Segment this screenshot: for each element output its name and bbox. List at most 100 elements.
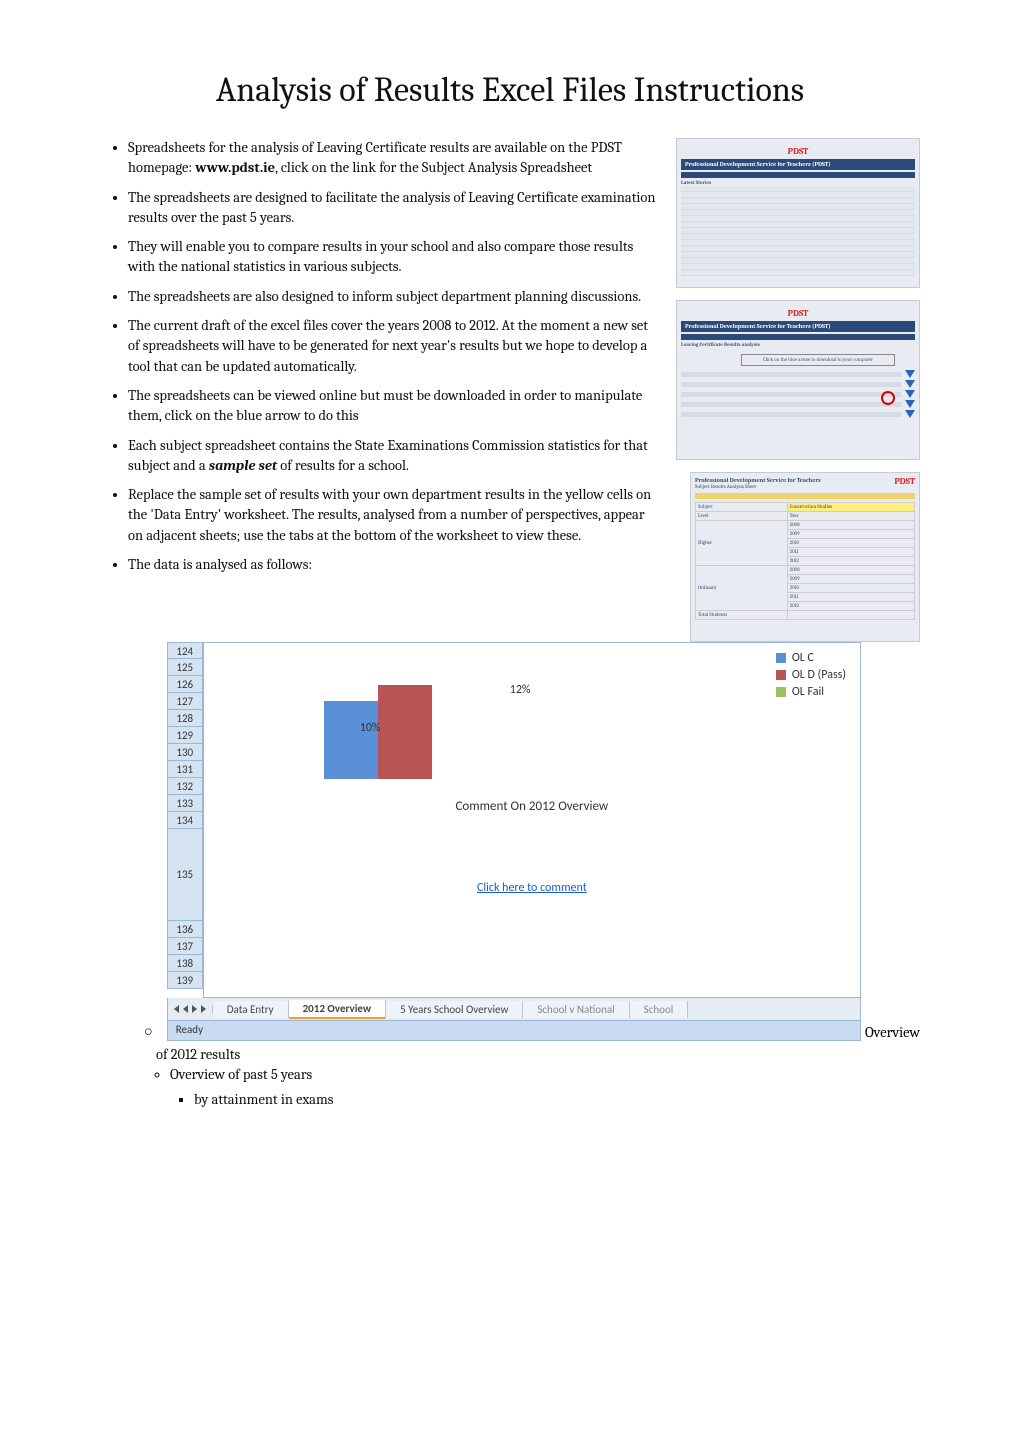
subject-label: Subject (696, 503, 788, 512)
pdst-logo-text: PDST (681, 143, 915, 159)
row-header: 134 (167, 812, 203, 829)
download-arrow-icon (905, 390, 915, 398)
row-header: 138 (167, 955, 203, 972)
year-cell: 2011 (787, 593, 914, 602)
sub-bullet-item: of 2012 results (156, 1045, 920, 1065)
row-header: 128 (167, 710, 203, 727)
text: , click on the link for the Subject Anal… (275, 159, 592, 176)
sub-bullet-item: Overview of past 5 years by attainment i… (170, 1065, 920, 1110)
row-header: 126 (167, 676, 203, 693)
content-row: Spreadsheets for the analysis of Leaving… (100, 138, 920, 642)
row-header: 130 (167, 744, 203, 761)
tab-school-v-national[interactable]: School v National (523, 1001, 629, 1018)
legend-swatch-icon (776, 687, 786, 697)
row-header: 137 (167, 938, 203, 955)
sub-sub-bullet-list: by attainment in exams (170, 1090, 920, 1110)
year-cell: 2012 (787, 557, 914, 566)
bullet-item: The spreadsheets can be viewed online bu… (128, 386, 658, 427)
bullet-item: Each subject spreadsheet contains the St… (128, 436, 658, 477)
comment-link[interactable]: Click here to comment (204, 881, 860, 895)
year-cell: 2009 (787, 575, 914, 584)
legend-label: OL C (792, 651, 814, 665)
main-bullet-list: Spreadsheets for the analysis of Leaving… (100, 138, 658, 575)
thumb3-title: Professional Development Service for Tea… (695, 477, 915, 484)
sample-set-text: sample set (209, 457, 277, 474)
comment-link-text: Click here to comment (477, 881, 587, 895)
page-title: Analysis of Results Excel Files Instruct… (100, 70, 920, 110)
chart-canvas: OL C OL D (Pass) OL Fail 10% 12% Comment… (203, 642, 861, 998)
download-arrow-icon (905, 380, 915, 388)
latest-stories-label: Latest Stories (681, 180, 711, 186)
download-arrow-icon (905, 410, 915, 418)
tab-data-entry[interactable]: Data Entry (213, 1001, 289, 1018)
excel-row-headers: 124 125 126 127 128 129 130 131 132 133 … (167, 642, 203, 998)
bullet-item: The data is analysed as follows: (128, 555, 658, 575)
sub-sub-bullet-item: by attainment in exams (194, 1090, 920, 1110)
bar-value-label: 12% (510, 683, 531, 697)
bullet-item: Spreadsheets for the analysis of Leaving… (128, 138, 658, 179)
tab-prev-icon (183, 1005, 188, 1013)
comment-section-title: Comment On 2012 Overview (204, 799, 860, 814)
year-cell: 2010 (787, 584, 914, 593)
tab-5-years-overview[interactable]: 5 Years School Overview (386, 1001, 523, 1018)
document-page: Analysis of Results Excel Files Instruct… (0, 0, 1020, 1443)
level-label: Level (696, 512, 788, 521)
year-cell: 2011 (787, 548, 914, 557)
row-header: 131 (167, 761, 203, 778)
text: of results for a school. (277, 457, 409, 474)
row-header: 135 (167, 829, 203, 921)
year-cell: 2008 (787, 521, 914, 530)
legend-swatch-icon (776, 653, 786, 663)
excel-status-bar: Ready (167, 1021, 861, 1041)
bar-ol-c (324, 701, 378, 779)
excel-sheet-tabs: Data Entry 2012 Overview 5 Years School … (167, 998, 861, 1021)
row-header: 132 (167, 778, 203, 795)
thumb3-subtitle: Subject Results Analysis Sheet (695, 484, 915, 490)
excel-screenshot: 124 125 126 127 128 129 130 131 132 133 … (167, 642, 861, 1041)
excel-chart-area: ○ 124 125 126 127 128 129 130 131 132 13… (100, 642, 920, 1110)
row-header: 133 (167, 795, 203, 812)
row-header: 129 (167, 727, 203, 744)
tab-next-icon (192, 1005, 197, 1013)
year-cell: 2009 (787, 530, 914, 539)
thumbnail-data-entry-sheet: PDST Professional Development Service fo… (690, 472, 920, 642)
year-cell: 2010 (787, 539, 914, 548)
red-highlight-circle-icon (881, 391, 895, 405)
tab-nav-controls[interactable] (168, 1005, 213, 1013)
bullet-item: The spreadsheets are also designed to in… (128, 287, 658, 307)
overview-text: Overview (865, 1024, 920, 1041)
download-hint-box: Click on the blue arrow to download to y… (741, 354, 895, 366)
ordinary-label: Ordinary (696, 566, 788, 611)
row-header: 139 (167, 972, 203, 989)
text: Overview of past 5 years (170, 1066, 312, 1083)
bullet-item: They will enable you to compare results … (128, 237, 658, 278)
pdst-logo-text: PDST (681, 305, 915, 321)
tab-2012-overview[interactable]: 2012 Overview (289, 1000, 386, 1019)
download-arrow-icon (905, 370, 915, 378)
chart-legend: OL C OL D (Pass) OL Fail (776, 651, 846, 702)
sub-bullet-marker: ○ (144, 1023, 153, 1041)
download-arrow-icon (905, 400, 915, 408)
side-images-column: PDST Professional Development Service fo… (676, 138, 920, 642)
pdst-logo-text: PDST (894, 477, 915, 487)
results-analysis-label: Leaving Certificate Results analysis (681, 342, 760, 348)
link-text: www.pdst.ie (195, 159, 275, 176)
subject-value: Construction Studies (787, 503, 914, 512)
tab-last-icon (201, 1005, 206, 1013)
tab-school[interactable]: School (630, 1001, 689, 1018)
bar-value-label: 10% (360, 721, 381, 735)
bullet-column: Spreadsheets for the analysis of Leaving… (100, 138, 658, 642)
thumbnail-results-page: PDST Professional Development Service fo… (676, 300, 920, 460)
sub-bullet-list: of 2012 results Overview of past 5 years… (100, 1045, 920, 1110)
row-header: 136 (167, 921, 203, 938)
bullet-item: Replace the sample set of results with y… (128, 485, 658, 546)
bullet-item: The current draft of the excel files cov… (128, 316, 658, 377)
thumb3-table: SubjectConstruction Studies LevelYear Hi… (695, 502, 915, 620)
row-header: 127 (167, 693, 203, 710)
legend-label: OL D (Pass) (792, 668, 846, 682)
thumb-title: Professional Development Service for Tea… (681, 321, 915, 332)
legend-swatch-icon (776, 670, 786, 680)
thumb-title: Professional Development Service for Tea… (681, 159, 915, 170)
tab-first-icon (174, 1005, 179, 1013)
year-label: Year (787, 512, 914, 521)
